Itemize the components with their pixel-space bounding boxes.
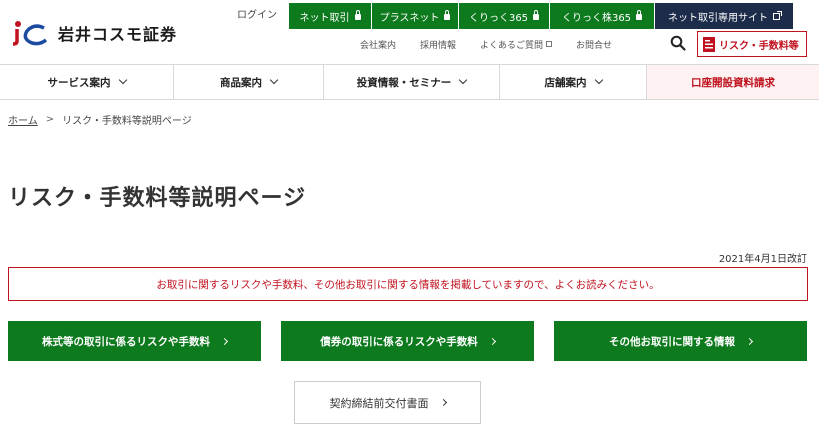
breadcrumb-current: リスク・手数料等説明ページ	[62, 116, 192, 127]
notice-box: お取引に関するリスクや手数料、その他お取引に関する情報を掲載していますので、よく…	[8, 267, 808, 301]
revised-date: 2021年4月1日改訂	[718, 254, 807, 265]
search-icon[interactable]	[670, 35, 686, 51]
chevron-right-icon	[220, 337, 229, 345]
logo-mark-icon	[12, 21, 48, 46]
stock-risk-button[interactable]: 株式等の取引に係るリスクや手数料	[8, 321, 261, 361]
sub-links: 会社案内 採用情報 よくあるご質問 お問合せ	[360, 36, 636, 52]
nav-item-investment-info[interactable]: 投資情報・セミナー	[324, 65, 500, 99]
net-trading-label: ネット取引	[299, 12, 350, 24]
nav-item-services[interactable]: サービス案内	[0, 65, 174, 99]
click365-label: くりっく365	[468, 12, 529, 24]
lock-icon	[444, 10, 451, 20]
notice-text: お取引に関するリスクや手数料、その他お取引に関する情報を掲載していますので、よく…	[156, 278, 660, 291]
plus-net-label: プラスネット	[379, 12, 440, 24]
document-icon	[703, 36, 715, 52]
global-nav: サービス案内 商品案内 投資情報・セミナー 店舗案内 口座開設資料請求	[0, 64, 819, 100]
net-trading-site-label: ネット取引専用サイト	[668, 12, 768, 24]
nav-products-label: 商品案内	[220, 76, 262, 89]
breadcrumb-home-link[interactable]: ホーム	[8, 112, 38, 127]
nav-account-request-label: 口座開設資料請求	[691, 76, 775, 89]
click-kabu365-button[interactable]: くりっく株365	[550, 3, 655, 29]
external-link-icon	[546, 41, 553, 47]
bond-risk-label: 債券の取引に係るリスクや手数料	[320, 335, 478, 348]
external-link-icon	[773, 10, 782, 20]
click-kabu365-label: くりっく株365	[561, 12, 632, 24]
lock-icon	[354, 10, 361, 20]
nav-item-account-request[interactable]: 口座開設資料請求	[647, 65, 819, 99]
nav-investment-label: 投資情報・セミナー	[356, 76, 452, 89]
nav-branches-label: 店舗案内	[544, 76, 587, 89]
stock-risk-label: 株式等の取引に係るリスクや手数料	[42, 335, 210, 348]
breadcrumb: ホーム > リスク・手数料等説明ページ	[8, 112, 192, 127]
bond-risk-button[interactable]: 債券の取引に係るリスクや手数料	[281, 321, 534, 361]
login-link[interactable]: ログイン	[228, 3, 286, 29]
nav-item-products[interactable]: 商品案内	[174, 65, 324, 99]
net-trading-site-button[interactable]: ネット取引専用サイト	[655, 3, 793, 29]
net-trading-button[interactable]: ネット取引	[289, 3, 372, 29]
chevron-right-icon	[745, 337, 754, 345]
company-info-link[interactable]: 会社案内	[360, 38, 396, 51]
lock-icon	[533, 10, 540, 20]
company-info-label: 会社案内	[360, 40, 397, 51]
chevron-down-icon	[118, 75, 127, 85]
chevron-down-icon	[269, 75, 279, 85]
click365-button[interactable]: くりっく365	[459, 3, 550, 29]
logo-text: 岩井コスモ証券	[58, 25, 178, 44]
contact-link[interactable]: お問合せ	[576, 38, 612, 51]
breadcrumb-separator: >	[45, 114, 55, 125]
chevron-down-icon	[459, 75, 468, 85]
contract-documents-button[interactable]: 契約締結前交付書面	[294, 381, 481, 424]
recruit-label: 採用情報	[420, 40, 457, 51]
plus-net-button[interactable]: プラスネット	[372, 3, 459, 29]
faq-label: よくあるご質問	[480, 40, 544, 51]
nav-services-label: サービス案内	[47, 76, 111, 89]
contact-label: お問合せ	[576, 40, 613, 51]
page-title: リスク・手数料等説明ページ	[8, 186, 307, 211]
nav-item-branches[interactable]: 店舗案内	[500, 65, 647, 99]
company-logo[interactable]: 岩井コスモ証券	[10, 18, 180, 48]
lock-icon	[636, 10, 643, 20]
other-info-label: その他お取引に関する情報	[609, 335, 735, 348]
contract-documents-label: 契約締結前交付書面	[329, 396, 429, 410]
risk-fees-button[interactable]: リスク・手数料等	[697, 31, 807, 57]
top-button-group: ネット取引 プラスネット くりっく365 くりっく株365 ネット取引専用サイト	[289, 3, 793, 29]
recruit-link[interactable]: 採用情報	[420, 38, 456, 51]
chevron-right-icon	[488, 337, 496, 345]
chevron-right-icon	[439, 398, 447, 407]
other-info-button[interactable]: その他お取引に関する情報	[554, 321, 807, 361]
risk-fees-label: リスク・手数料等	[719, 40, 799, 52]
faq-link[interactable]: よくあるご質問	[480, 38, 553, 51]
chevron-down-icon	[594, 75, 603, 85]
